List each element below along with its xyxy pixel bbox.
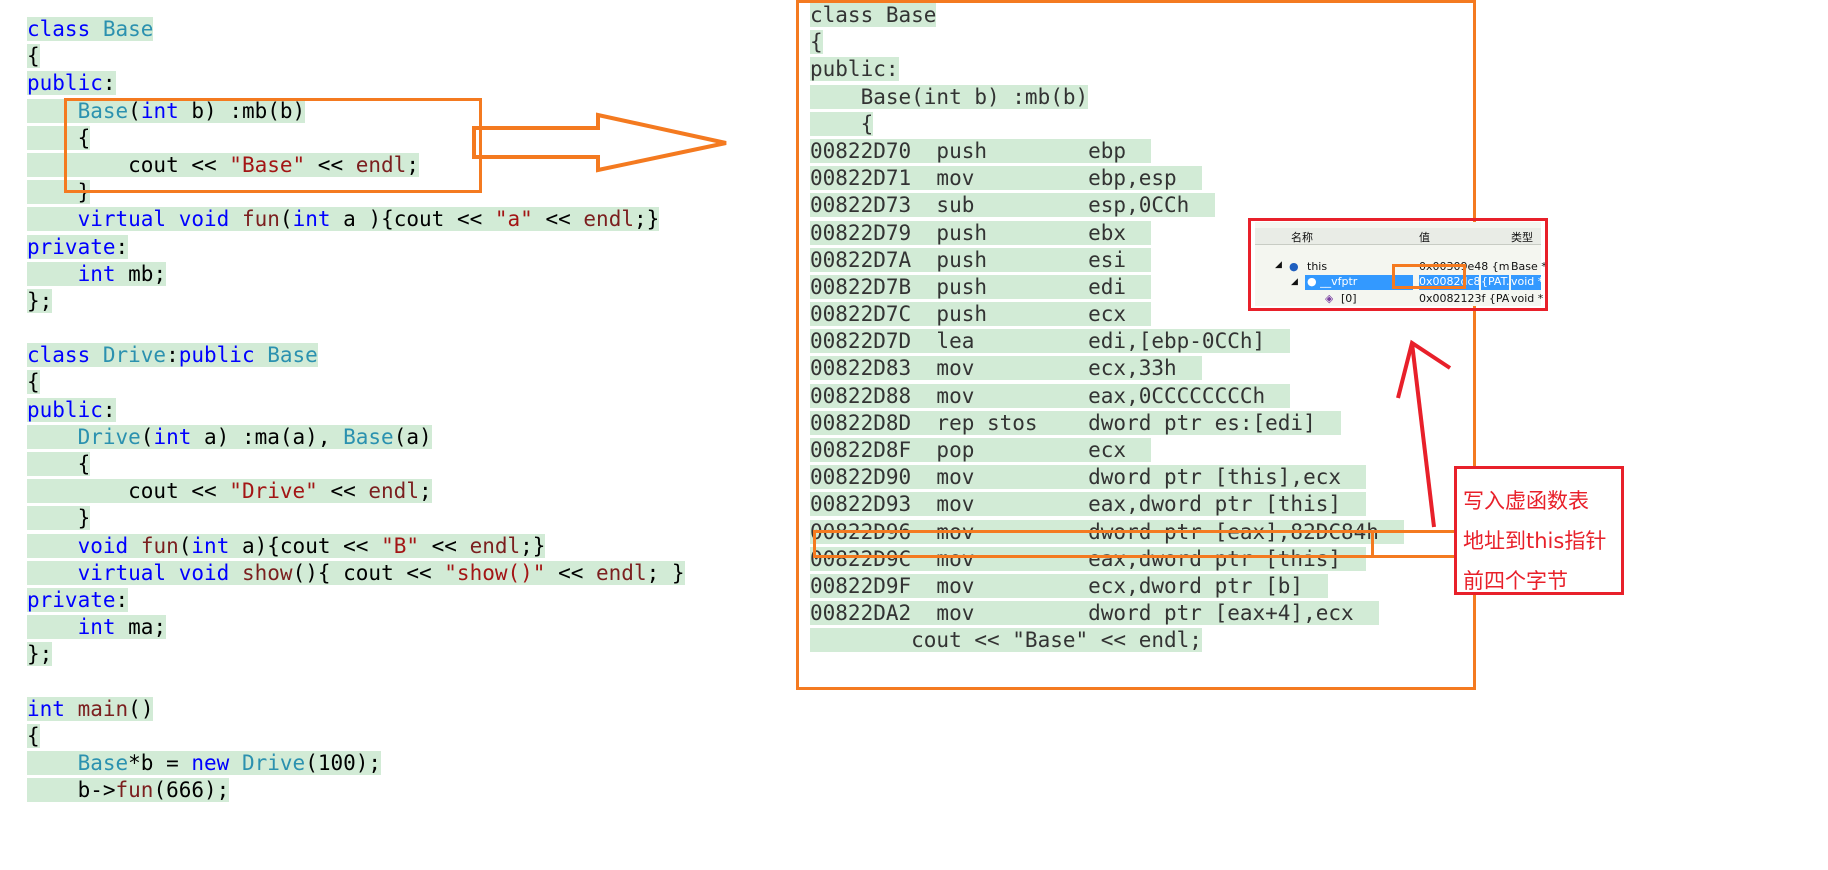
red-arrow-shaft xyxy=(1410,342,1436,528)
arrows-overlay xyxy=(472,112,1452,528)
orange-arrow xyxy=(472,112,727,173)
red-arrow-head xyxy=(1396,339,1452,399)
